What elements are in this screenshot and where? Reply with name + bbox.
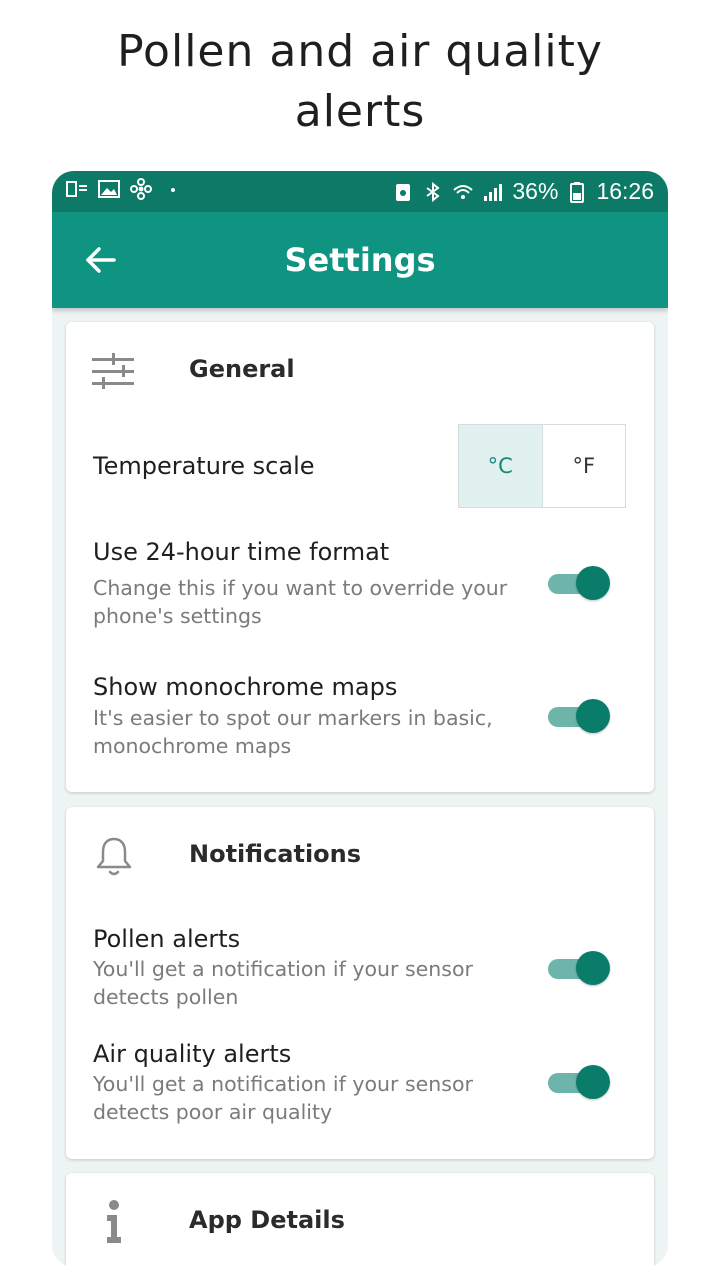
phone-screen: 36% 16:26 Settings General Temperature s… bbox=[52, 171, 668, 1267]
section-title-general: General bbox=[189, 355, 295, 383]
sim-icon bbox=[66, 181, 87, 197]
app-bar: Settings bbox=[52, 212, 668, 308]
time-format-switch[interactable] bbox=[548, 564, 610, 602]
signal-icon bbox=[484, 183, 503, 201]
temperature-scale-toggle: °C °F bbox=[458, 424, 626, 508]
sliders-icon bbox=[92, 353, 134, 389]
pollen-alerts-title: Pollen alerts bbox=[93, 925, 241, 953]
image-icon bbox=[98, 180, 120, 198]
page-title: Settings bbox=[284, 241, 436, 279]
app-details-card[interactable]: App Details bbox=[66, 1173, 654, 1267]
switch-knob bbox=[576, 566, 610, 600]
promo-title: Pollen and air quality alerts bbox=[117, 26, 603, 137]
monochrome-switch[interactable] bbox=[548, 697, 610, 735]
pollen-alerts-switch[interactable] bbox=[548, 949, 610, 987]
wifi-icon bbox=[453, 184, 474, 199]
general-card: General Temperature scale °C °F Use 24-h… bbox=[66, 322, 654, 792]
bluetooth-icon bbox=[426, 181, 441, 202]
air-quality-alerts-switch[interactable] bbox=[548, 1063, 610, 1101]
time-format-title: Use 24-hour time format bbox=[93, 538, 390, 566]
notifications-card: Notifications Pollen alerts You'll get a… bbox=[66, 807, 654, 1159]
battery-icon bbox=[570, 181, 585, 203]
temperature-scale-label: Temperature scale bbox=[93, 452, 315, 480]
info-icon bbox=[107, 1200, 121, 1243]
fahrenheit-option[interactable]: °F bbox=[542, 425, 625, 507]
monochrome-title: Show monochrome maps bbox=[93, 673, 398, 701]
air-quality-alerts-subtitle: You'll get a notification if your sensor… bbox=[93, 1072, 473, 1124]
monochrome-subtitle: It's easier to spot our markers in basic… bbox=[93, 706, 493, 758]
bell-icon bbox=[96, 837, 132, 876]
battery-saver-icon bbox=[396, 183, 411, 201]
celsius-option[interactable]: °C bbox=[459, 425, 543, 507]
section-title-notifications: Notifications bbox=[189, 840, 362, 868]
air-quality-alerts-title: Air quality alerts bbox=[93, 1040, 292, 1068]
time-format-subtitle: Change this if you want to override your… bbox=[93, 576, 508, 628]
switch-knob bbox=[576, 699, 610, 733]
status-left-icons bbox=[66, 178, 184, 200]
section-title-app-details: App Details bbox=[189, 1206, 345, 1234]
status-bar: 36% 16:26 bbox=[52, 171, 668, 212]
status-time: 16:26 bbox=[596, 178, 654, 204]
switch-knob bbox=[576, 951, 610, 985]
status-right-icons: 36% 16:26 bbox=[392, 178, 654, 205]
fan-icon bbox=[130, 178, 152, 200]
battery-percent: 36% bbox=[512, 178, 559, 204]
switch-knob bbox=[576, 1065, 610, 1099]
pollen-alerts-subtitle: You'll get a notification if your sensor… bbox=[93, 957, 473, 1009]
dot-icon bbox=[171, 188, 175, 192]
